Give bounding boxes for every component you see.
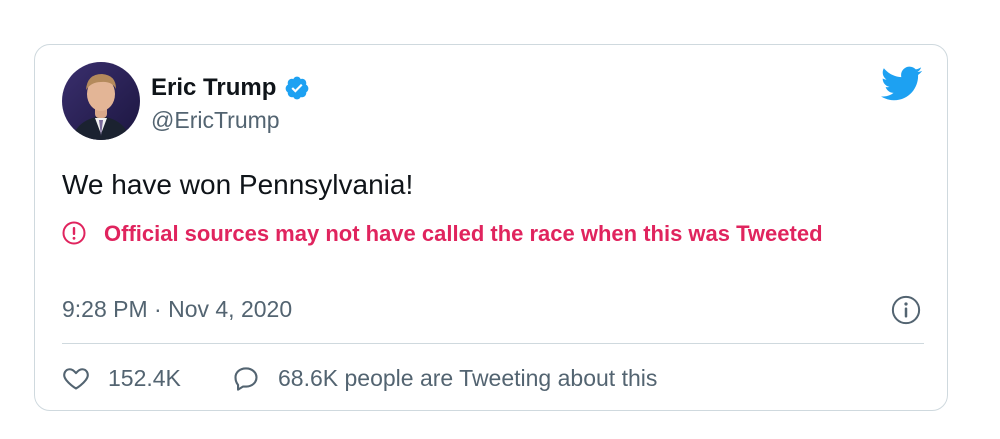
speech-bubble-icon (234, 367, 258, 391)
like-button[interactable]: 152.4K (62, 364, 181, 392)
twitter-bird-icon[interactable] (881, 66, 923, 102)
heart-icon (63, 368, 89, 390)
verified-badge-icon (284, 75, 310, 101)
election-warning-notice[interactable]: Official sources may not have called the… (62, 219, 882, 249)
warning-text: Official sources may not have called the… (104, 221, 823, 246)
tweet-timestamp[interactable]: 9:28 PM · Nov 4, 2020 (62, 296, 292, 323)
tweet-text: We have won Pennsylvania! (62, 169, 414, 200)
author-handle[interactable]: @EricTrump (151, 107, 280, 134)
tweet-card[interactable]: Eric Trump @EricTrump We have won Pennsy… (34, 44, 948, 411)
author-name[interactable]: Eric Trump (151, 74, 310, 102)
avatar[interactable] (62, 62, 140, 140)
info-icon[interactable] (891, 295, 921, 325)
exclamation-circle-icon (62, 221, 86, 245)
author-name-text: Eric Trump (151, 74, 277, 101)
like-count: 152.4K (108, 364, 181, 391)
divider (62, 343, 924, 344)
conversation-link[interactable]: 68.6K people are Tweeting about this (232, 364, 657, 392)
conversation-text: 68.6K people are Tweeting about this (278, 364, 658, 391)
